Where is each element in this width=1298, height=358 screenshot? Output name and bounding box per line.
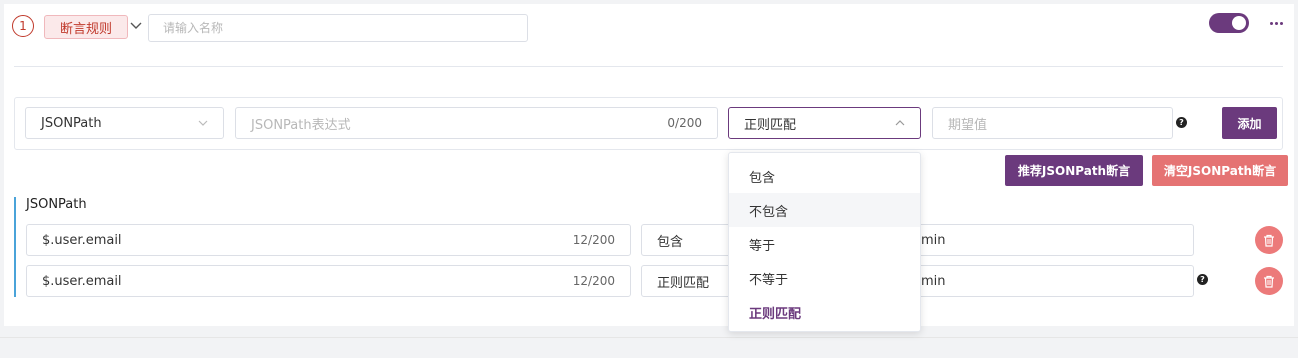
row-1-counter: 12/200 [572, 233, 615, 247]
jsonpath-expression-input[interactable]: JSONPath表达式 0/200 [235, 107, 718, 139]
dropdown-option-contains[interactable]: 包含 [729, 159, 920, 193]
more-horizontal-icon[interactable] [1267, 14, 1285, 32]
dropdown-option-not-contains[interactable]: 不包含 [729, 193, 920, 227]
row-1-path-input[interactable]: $.user.email 12/200 [26, 224, 631, 256]
trash-icon [1264, 275, 1274, 288]
row-2-expected-input[interactable]: min [900, 265, 1194, 297]
recommend-jsonpath-button[interactable]: 推荐JSONPath断言 [1005, 155, 1143, 186]
match-type-select[interactable]: 正则匹配 [728, 107, 921, 139]
question-circle-icon[interactable]: ? [1176, 117, 1187, 128]
dropdown-option-regex[interactable]: 正则匹配 [729, 295, 920, 329]
dropdown-option-not-equals[interactable]: 不等于 [729, 261, 920, 295]
step-number-badge: 1 [12, 15, 34, 37]
type-select-value: JSONPath [41, 115, 102, 131]
enable-toggle[interactable] [1209, 13, 1249, 33]
chevron-down-icon [198, 120, 208, 126]
question-circle-icon[interactable]: ? [1197, 274, 1208, 285]
add-button-label: 添加 [1237, 116, 1262, 131]
row-2-counter: 12/200 [572, 274, 615, 288]
row-1-expected-input[interactable]: min [900, 224, 1194, 256]
rule-name-input[interactable] [148, 14, 528, 42]
match-type-value: 正则匹配 [744, 117, 797, 133]
expected-value-input[interactable]: 期望值 [932, 107, 1173, 139]
match-type-dropdown: 包含 不包含 等于 不等于 正则匹配 [728, 152, 921, 332]
row-2-expected: min [921, 273, 946, 289]
row-2-path-input[interactable]: $.user.email 12/200 [26, 265, 631, 297]
section-title: JSONPath [26, 197, 87, 212]
tag-label: 断言规则 [59, 21, 112, 37]
row-2-match-select[interactable]: 正则匹配 [641, 265, 741, 297]
add-button[interactable]: 添加 [1222, 107, 1277, 139]
expression-placeholder: JSONPath表达式 [251, 117, 351, 133]
bottom-divider [0, 337, 1298, 338]
section-accent-bar [14, 197, 16, 297]
toggle-knob [1232, 16, 1246, 30]
assertion-rule-tag: 断言规则 [44, 15, 128, 39]
chevron-up-icon [895, 120, 905, 126]
row-1-delete-button[interactable] [1255, 226, 1283, 254]
clear-label: 清空JSONPath断言 [1163, 164, 1277, 178]
dropdown-option-equals[interactable]: 等于 [729, 227, 920, 261]
row-1-expected: min [921, 232, 946, 248]
row-1-match-select[interactable]: 包含 [641, 224, 741, 256]
chevron-down-icon[interactable] [128, 18, 144, 34]
clear-jsonpath-button[interactable]: 清空JSONPath断言 [1152, 155, 1288, 186]
row-1-match: 包含 [657, 234, 684, 250]
header-divider [14, 66, 1283, 67]
recommend-label: 推荐JSONPath断言 [1017, 164, 1131, 178]
expression-counter: 0/200 [667, 116, 702, 130]
row-2-match: 正则匹配 [657, 275, 710, 291]
expected-placeholder: 期望值 [948, 117, 988, 133]
row-2-path: $.user.email [42, 273, 122, 289]
step-number: 1 [19, 19, 27, 33]
row-2-delete-button[interactable] [1255, 267, 1283, 295]
row-1-path: $.user.email [42, 232, 122, 248]
type-select[interactable]: JSONPath [25, 107, 224, 139]
trash-icon [1264, 234, 1274, 247]
